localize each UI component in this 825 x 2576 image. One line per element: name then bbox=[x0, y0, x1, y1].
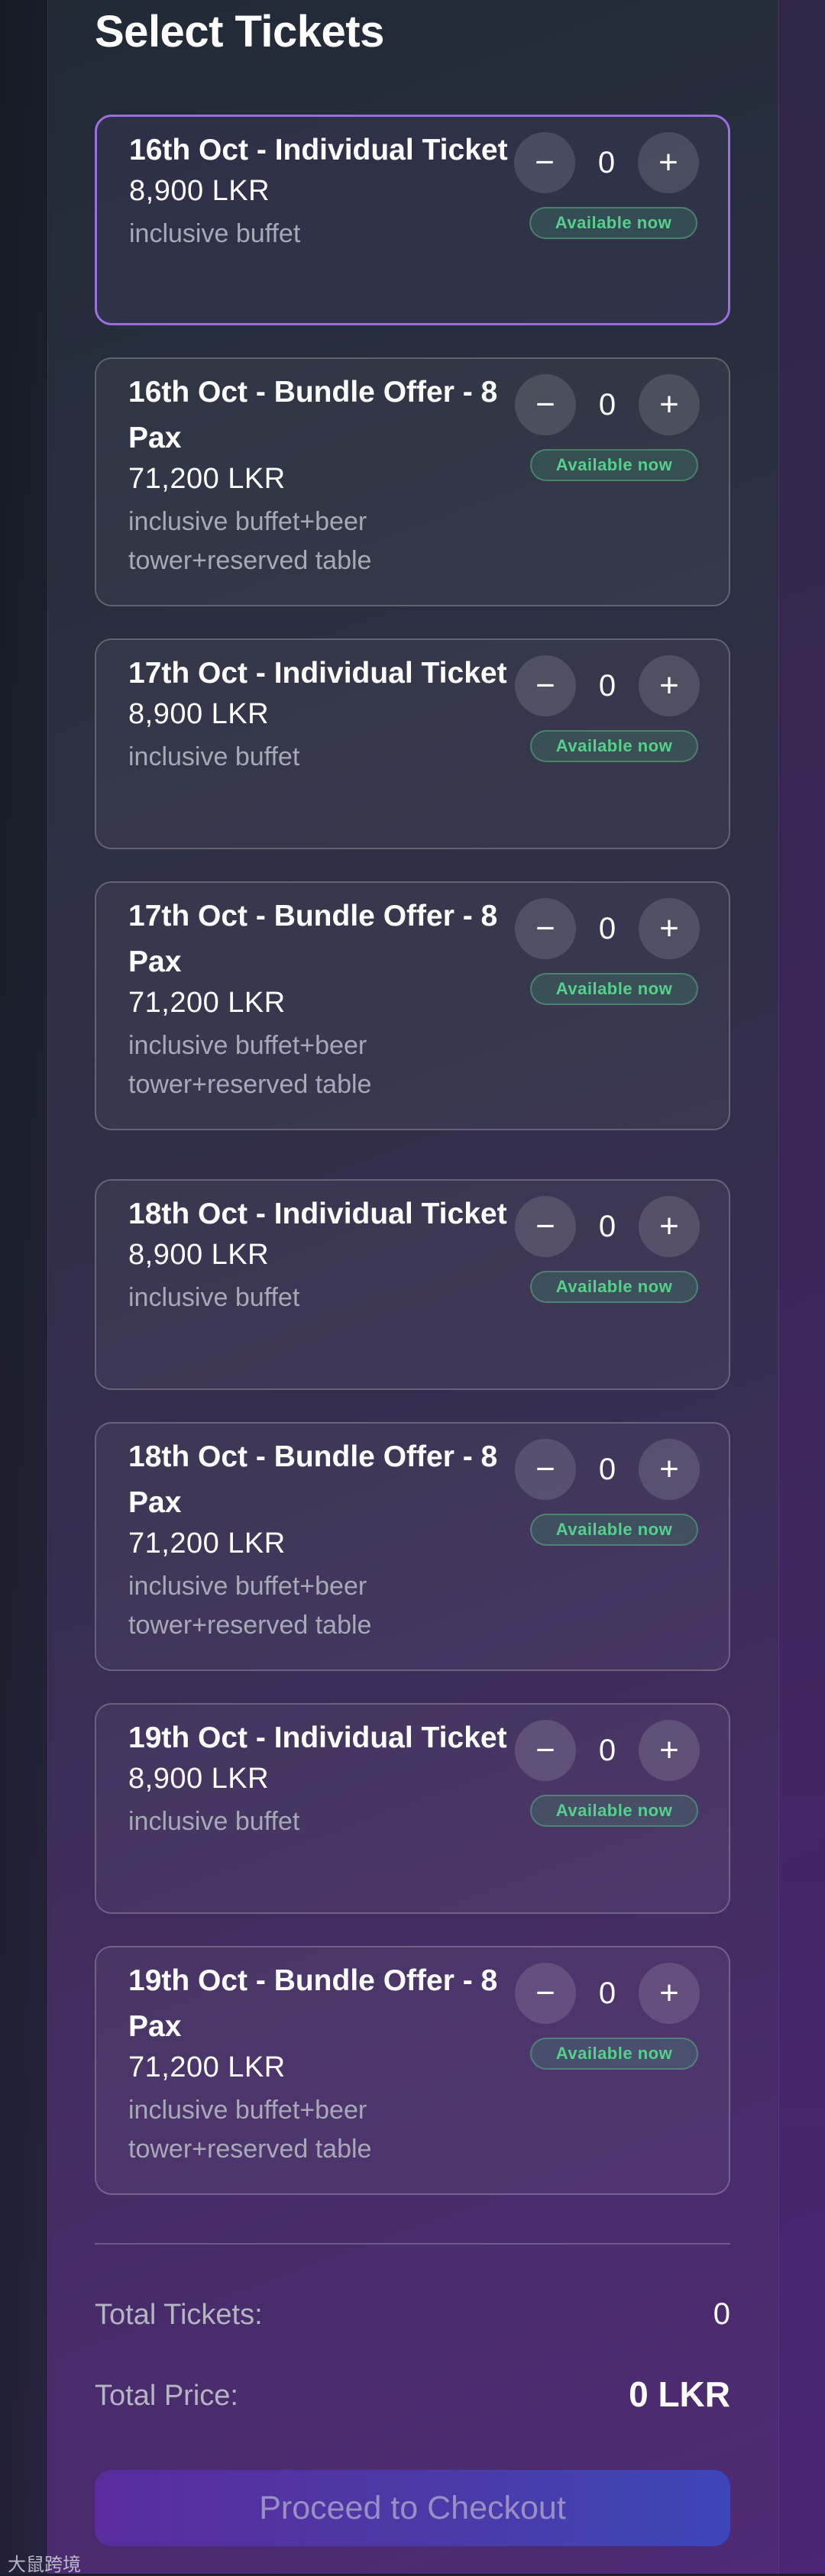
quantity-value: 0 bbox=[598, 387, 616, 422]
quantity-stepper: − 0 + bbox=[515, 1439, 700, 1501]
minus-icon[interactable]: − bbox=[515, 1439, 576, 1500]
ticket-price: 8,900 LKR bbox=[128, 1763, 270, 1795]
minus-icon[interactable]: − bbox=[515, 1196, 576, 1257]
ticket-card[interactable]: 18th Oct - Bundle Offer - 8 Pax 71,200 L… bbox=[95, 1422, 730, 1671]
ticket-card[interactable]: 18th Oct - Individual Ticket 8,900 LKR i… bbox=[95, 1179, 730, 1390]
plus-icon[interactable]: + bbox=[639, 655, 700, 716]
ticket-price: 71,200 LKR bbox=[128, 1527, 286, 1559]
quantity-value: 0 bbox=[598, 1452, 616, 1486]
ticket-description: inclusive buffet bbox=[129, 219, 301, 248]
left-gutter bbox=[0, 0, 47, 2574]
quantity-stepper: − 0 + bbox=[515, 655, 700, 718]
ticket-name: 17th Oct - Individual Ticket bbox=[128, 657, 507, 690]
minus-icon[interactable]: − bbox=[515, 374, 576, 435]
ticket-name: 16th Oct - Individual Ticket bbox=[129, 134, 508, 166]
ticket-card[interactable]: 17th Oct - Bundle Offer - 8 Pax 71,200 L… bbox=[95, 881, 730, 1130]
ticket-description: inclusive buffet bbox=[128, 1283, 300, 1312]
ticket-card[interactable]: 19th Oct - Individual Ticket 8,900 LKR i… bbox=[95, 1703, 730, 1914]
status-badge: Available now bbox=[530, 973, 698, 1005]
status-badge: Available now bbox=[529, 207, 697, 239]
status-badge: Available now bbox=[530, 730, 698, 762]
ticket-price: 71,200 LKR bbox=[128, 2051, 286, 2083]
ticket-description: inclusive buffet+beer tower+reserved tab… bbox=[128, 2096, 372, 2164]
ticket-description: inclusive buffet bbox=[128, 1807, 300, 1836]
ticket-name: 16th Oct - Bundle Offer - 8 Pax bbox=[128, 376, 498, 454]
ticket-name: 17th Oct - Bundle Offer - 8 Pax bbox=[128, 900, 498, 978]
page-title: Select Tickets bbox=[95, 7, 384, 57]
quantity-stepper: − 0 + bbox=[515, 1963, 700, 2025]
quantity-value: 0 bbox=[598, 1209, 616, 1243]
ticket-description: inclusive buffet bbox=[128, 742, 300, 771]
status-badge: Available now bbox=[530, 2038, 698, 2070]
ticket-card[interactable]: 16th Oct - Individual Ticket 8,900 LKR i… bbox=[95, 115, 730, 325]
plus-icon[interactable]: + bbox=[639, 1963, 700, 2024]
quantity-value: 0 bbox=[598, 668, 616, 703]
ticket-card[interactable]: 16th Oct - Bundle Offer - 8 Pax 71,200 L… bbox=[95, 357, 730, 606]
ticket-price: 71,200 LKR bbox=[128, 463, 286, 495]
quantity-stepper: − 0 + bbox=[515, 1196, 700, 1259]
ticket-name: 19th Oct - Bundle Offer - 8 Pax bbox=[128, 1964, 498, 2043]
plus-icon[interactable]: + bbox=[639, 374, 700, 435]
plus-icon[interactable]: + bbox=[639, 1439, 700, 1500]
plus-icon[interactable]: + bbox=[638, 132, 699, 193]
quantity-value: 0 bbox=[598, 1976, 616, 2010]
ticket-name: 19th Oct - Individual Ticket bbox=[128, 1721, 507, 1754]
quantity-stepper: − 0 + bbox=[514, 132, 699, 195]
status-badge: Available now bbox=[530, 1795, 698, 1827]
ticket-name: 18th Oct - Individual Ticket bbox=[128, 1198, 507, 1230]
minus-icon[interactable]: − bbox=[515, 1963, 576, 2024]
ticket-price: 8,900 LKR bbox=[128, 1239, 270, 1271]
ticket-price: 8,900 LKR bbox=[128, 698, 270, 730]
quantity-stepper: − 0 + bbox=[515, 898, 700, 961]
ticket-description: inclusive buffet+beer tower+reserved tab… bbox=[128, 1572, 372, 1640]
total-tickets-value: 0 bbox=[713, 2297, 730, 2331]
total-tickets-label: Total Tickets: bbox=[95, 2299, 263, 2331]
quantity-value: 0 bbox=[598, 911, 616, 945]
ticket-name: 18th Oct - Bundle Offer - 8 Pax bbox=[128, 1440, 498, 1519]
ticket-price: 8,900 LKR bbox=[129, 175, 270, 207]
status-badge: Available now bbox=[530, 1514, 698, 1546]
minus-icon[interactable]: − bbox=[514, 132, 575, 193]
total-price-value: 0 LKR bbox=[629, 2374, 730, 2414]
right-gutter bbox=[778, 0, 825, 2574]
minus-icon[interactable]: − bbox=[515, 1720, 576, 1781]
watermark: 大鼠跨境 bbox=[8, 2555, 81, 2575]
quantity-stepper: − 0 + bbox=[515, 374, 700, 437]
ticket-card[interactable]: 19th Oct - Bundle Offer - 8 Pax 71,200 L… bbox=[95, 1946, 730, 2195]
ticket-card[interactable]: 17th Oct - Individual Ticket 8,900 LKR i… bbox=[95, 638, 730, 849]
plus-icon[interactable]: + bbox=[639, 1720, 700, 1781]
summary-divider bbox=[95, 2243, 730, 2245]
plus-icon[interactable]: + bbox=[639, 898, 700, 959]
total-price-label: Total Price: bbox=[95, 2380, 238, 2412]
ticket-price: 71,200 LKR bbox=[128, 987, 286, 1019]
ticket-description: inclusive buffet+beer tower+reserved tab… bbox=[128, 1031, 372, 1099]
quantity-value: 0 bbox=[597, 145, 616, 179]
quantity-stepper: − 0 + bbox=[515, 1720, 700, 1783]
minus-icon[interactable]: − bbox=[515, 655, 576, 716]
checkout-button[interactable]: Proceed to Checkout bbox=[95, 2470, 730, 2546]
status-badge: Available now bbox=[530, 1271, 698, 1303]
plus-icon[interactable]: + bbox=[639, 1196, 700, 1257]
quantity-value: 0 bbox=[598, 1733, 616, 1767]
status-badge: Available now bbox=[530, 449, 698, 481]
ticket-description: inclusive buffet+beer tower+reserved tab… bbox=[128, 507, 372, 575]
minus-icon[interactable]: − bbox=[515, 898, 576, 959]
